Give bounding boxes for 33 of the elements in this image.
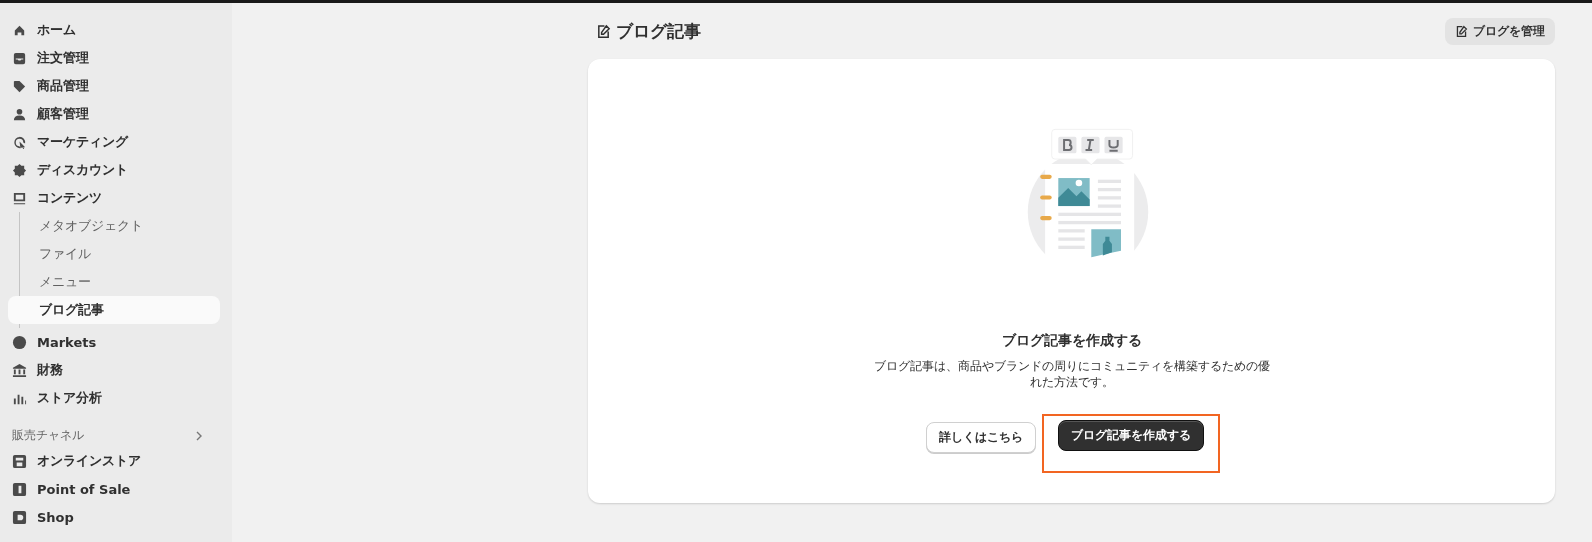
- nav-subitem[interactable]: ブログ記事: [8, 296, 220, 324]
- inbox-icon: [12, 50, 27, 66]
- edit-icon: [596, 23, 611, 39]
- nav-item[interactable]: 商品管理: [4, 72, 220, 100]
- chevron-icon[interactable]: [194, 430, 204, 441]
- nav-item[interactable]: Shop: [4, 503, 220, 531]
- target-icon: [12, 134, 27, 150]
- nav-item[interactable]: Markets: [4, 328, 220, 356]
- tag-icon: [12, 78, 27, 94]
- create-post-button[interactable]: ブログ記事を作成する: [1057, 420, 1204, 452]
- manage-blog-button[interactable]: ブログを管理: [1445, 17, 1555, 45]
- empty-state-description: ブログ記事は、商品やブランドの周りにコミュニティを構築するための優れた方法です。: [872, 358, 1271, 391]
- nav-item[interactable]: ストア分析: [4, 384, 220, 412]
- edit-icon: [1455, 24, 1468, 38]
- nav-subitem[interactable]: メニュー: [8, 268, 220, 296]
- nav-subitem[interactable]: ファイル: [8, 240, 220, 268]
- nav-item[interactable]: ホーム: [4, 16, 220, 44]
- discount-icon: [12, 162, 27, 178]
- nav-item[interactable]: 財務: [4, 356, 220, 384]
- person-icon: [12, 106, 27, 122]
- nav-item[interactable]: ディスカウント: [4, 156, 220, 184]
- nav-item[interactable]: オンラインストア: [4, 447, 220, 475]
- nav-item[interactable]: マーケティング: [4, 128, 220, 156]
- nav-item[interactable]: 顧客管理: [4, 100, 220, 128]
- nav-item[interactable]: コンテンツ: [4, 184, 220, 212]
- bank-icon: [12, 362, 27, 378]
- nav-item[interactable]: 注文管理: [4, 44, 220, 72]
- nav-subitem[interactable]: メタオブジェクト: [8, 212, 220, 240]
- section-title: 販売チャネル: [12, 428, 84, 443]
- empty-state-heading: ブログ記事を作成する: [1001, 332, 1142, 350]
- page-title: ブログ記事: [616, 19, 701, 43]
- learn-more-button[interactable]: 詳しくはこちら: [925, 422, 1036, 454]
- nav-item[interactable]: Point of Sale: [4, 475, 220, 503]
